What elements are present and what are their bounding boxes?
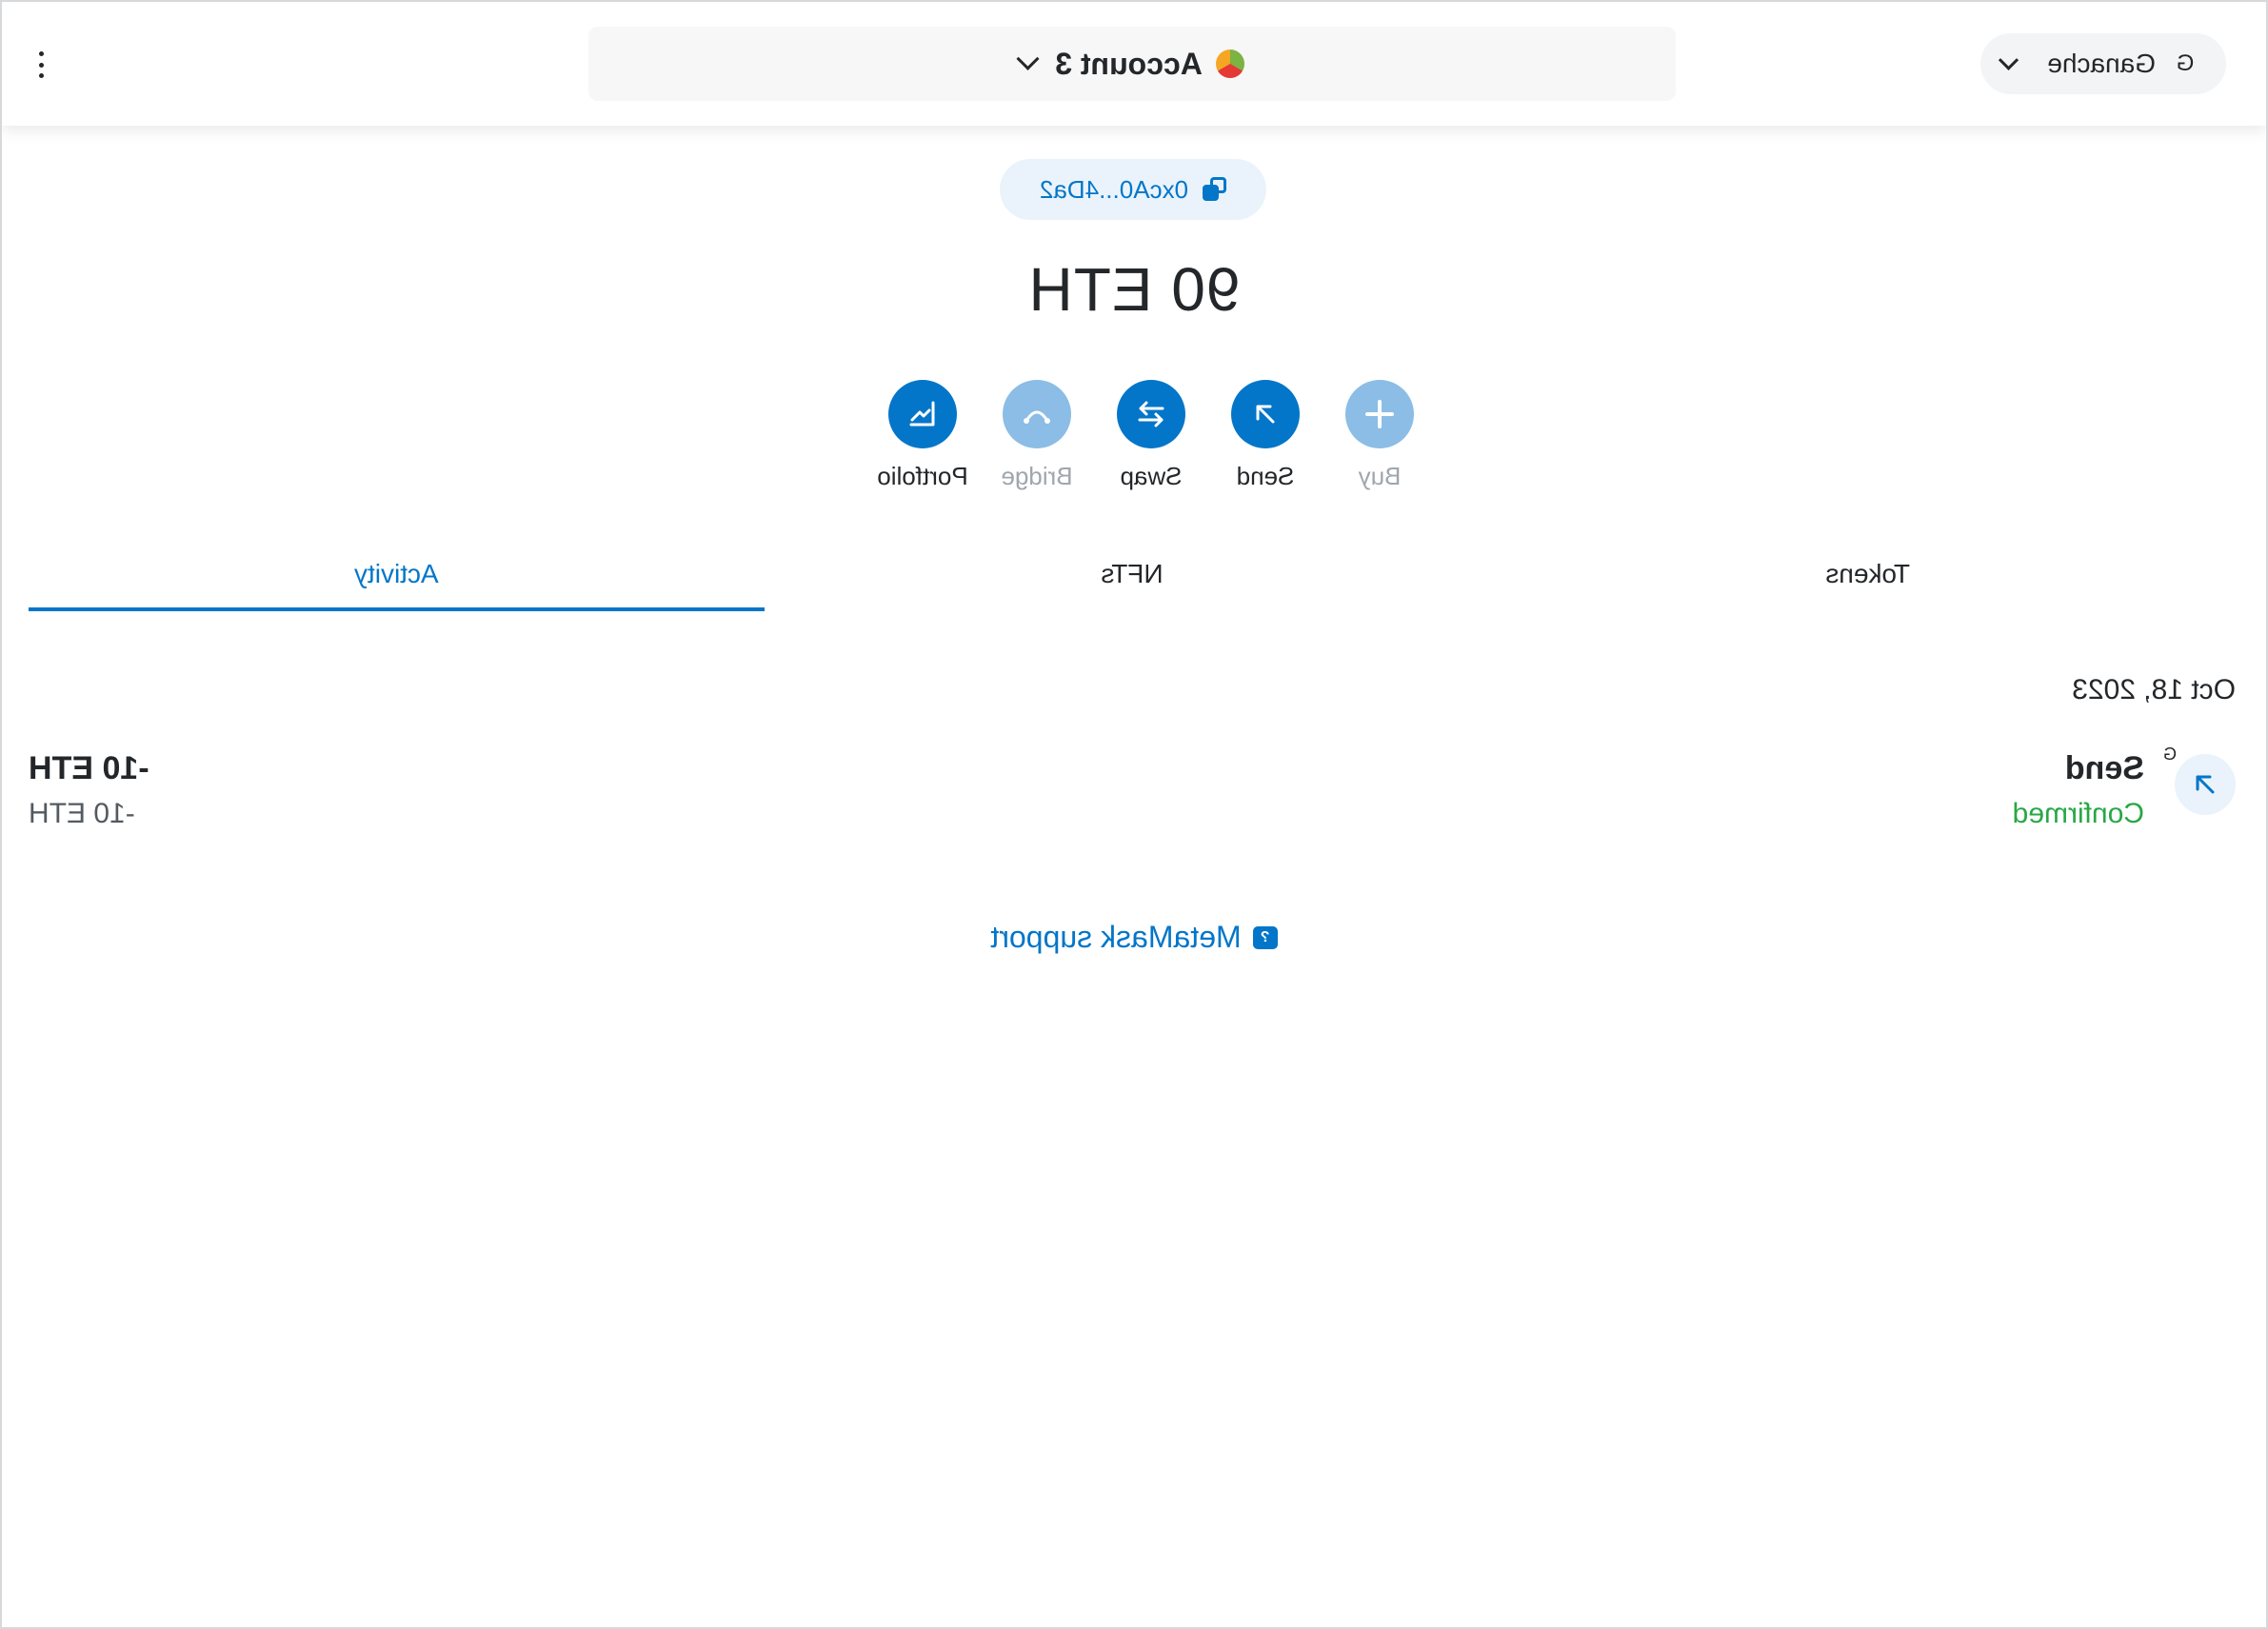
portfolio-button[interactable]: Portfolio xyxy=(865,380,980,491)
support-label: MetaMask support xyxy=(990,920,1242,954)
send-label: Send xyxy=(1236,462,1295,490)
bridge-label: Bridge xyxy=(1001,462,1073,490)
app-header: G Ganache Account 3 xyxy=(2,2,2266,126)
tab-activity[interactable]: Activity xyxy=(29,545,765,613)
arrow-up-right-icon xyxy=(1231,380,1300,448)
portfolio-label: Portfolio xyxy=(877,462,968,490)
plus-icon xyxy=(1345,380,1414,448)
account-picker-content: Account 3 xyxy=(1016,46,1244,82)
tab-tokens[interactable]: Tokens xyxy=(1500,545,2236,613)
support-section: ? MetaMask support xyxy=(2,920,2266,955)
copy-icon xyxy=(1202,177,1227,202)
chevron-down-icon xyxy=(1016,47,1040,70)
send-button[interactable]: Send xyxy=(1208,380,1323,491)
kebab-menu-icon[interactable] xyxy=(25,48,59,82)
address-copy-button[interactable]: 0xcA0...4Da2 xyxy=(1000,159,1266,220)
swap-label: Swap xyxy=(1120,462,1183,490)
network-badge: G xyxy=(2163,745,2178,764)
buy-button[interactable]: Buy xyxy=(1323,380,1437,491)
tab-bar: Tokens NFTs Activity xyxy=(29,545,2236,613)
action-bar: Buy Send Swap Bridge Portfolio xyxy=(2,380,2266,494)
swap-icon xyxy=(1117,380,1185,448)
arrow-up-right-icon xyxy=(2175,754,2236,815)
metamask-support-link[interactable]: ? MetaMask support xyxy=(990,920,1278,955)
transaction-status: Confirmed xyxy=(2012,798,2144,829)
kebab-dot xyxy=(39,51,45,56)
network-picker[interactable]: G Ganache xyxy=(1980,33,2226,94)
copy-icon-front xyxy=(1203,185,1220,201)
transaction-amount: -10 ETH xyxy=(29,750,149,786)
help-bubble-icon: ? xyxy=(1252,925,1278,949)
buy-label: Buy xyxy=(1358,462,1402,490)
account-picker[interactable]: Account 3 xyxy=(588,27,1676,101)
balance-display: 90 ETH xyxy=(1027,255,1241,324)
activity-date-header: Oct 18, 2023 xyxy=(2072,674,2236,705)
mirrored-view: G Ganache Account 3 0xcA0...4Da2 90 ETH xyxy=(2,2,2266,1627)
chart-icon xyxy=(888,380,957,448)
transaction-icon-wrap: G xyxy=(2163,745,2236,815)
swap-button[interactable]: Swap xyxy=(1094,380,1208,491)
network-avatar: G xyxy=(2176,50,2195,76)
bridge-button[interactable]: Bridge xyxy=(980,380,1094,491)
chevron-down-icon xyxy=(1998,50,2019,70)
account-name: Account 3 xyxy=(1055,46,1203,81)
tab-nfts[interactable]: NFTs xyxy=(765,545,1501,613)
transaction-title: Send xyxy=(2064,750,2144,786)
kebab-dot xyxy=(39,73,45,78)
kebab-dot xyxy=(39,62,45,68)
bridge-icon xyxy=(1003,380,1071,448)
wallet-frame: G Ganache Account 3 0xcA0...4Da2 90 ETH xyxy=(0,0,2268,1629)
transaction-secondary-amount: -10 ETH xyxy=(29,798,135,829)
transaction-row[interactable]: G Send Confirmed -10 ETH -10 ETH xyxy=(29,745,2236,840)
account-address: 0xcA0...4Da2 xyxy=(1039,174,1189,204)
network-label: Ganache xyxy=(2047,49,2156,78)
account-avatar xyxy=(1215,50,1244,78)
